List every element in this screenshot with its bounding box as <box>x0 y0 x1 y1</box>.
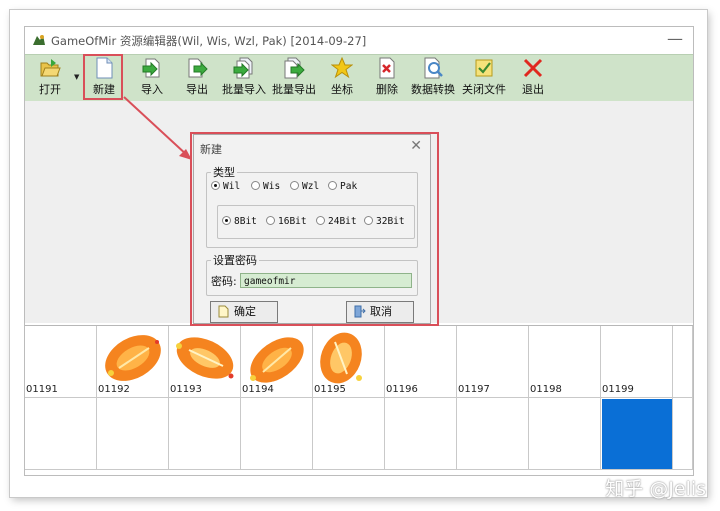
dialog-highlight-box <box>190 132 439 326</box>
watermark: 知乎 @Jelis <box>605 478 706 500</box>
